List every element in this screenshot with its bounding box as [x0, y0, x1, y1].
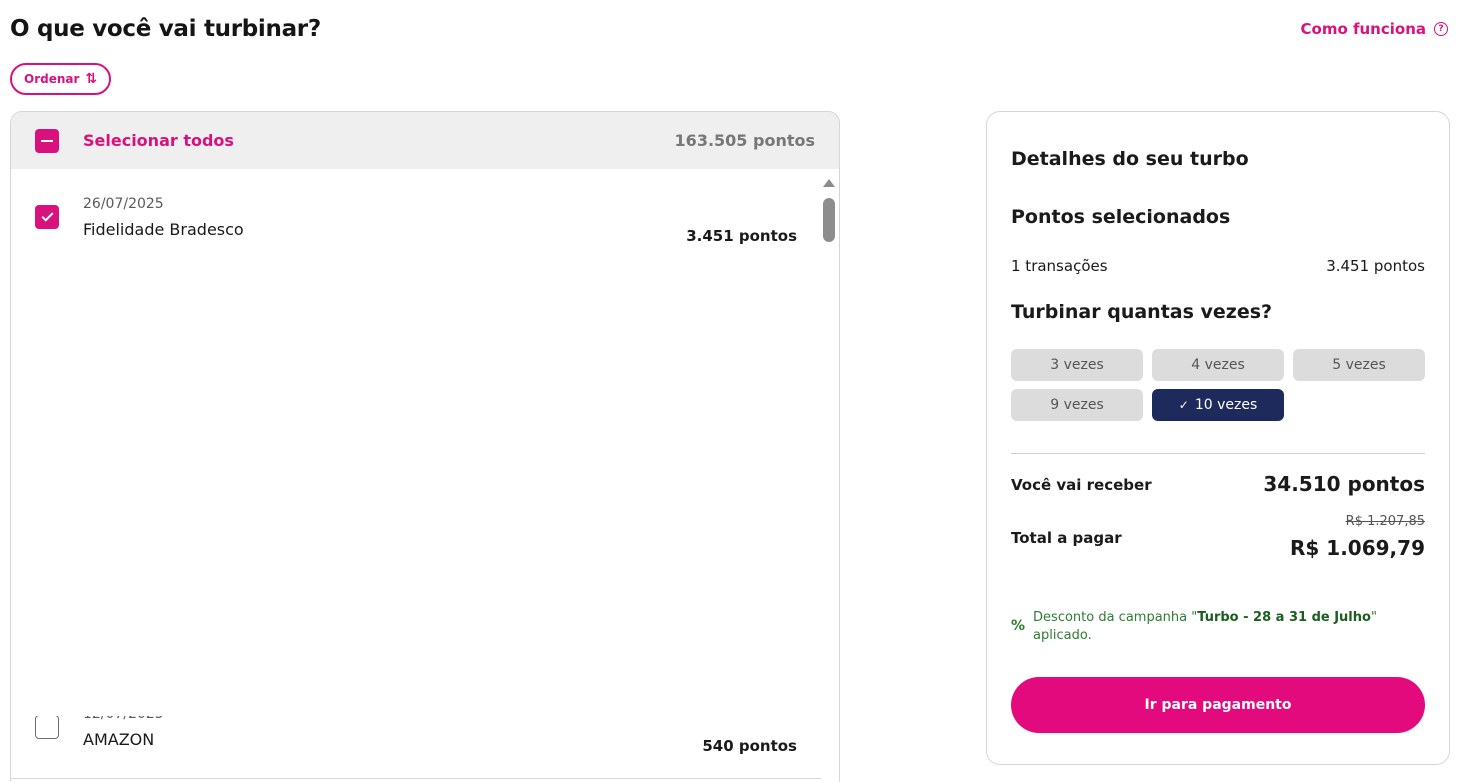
check-icon: [40, 209, 54, 222]
discount-text: Desconto da campanha "Turbo - 28 a 31 de…: [1033, 609, 1411, 645]
discount-campaign: Turbo - 28 a 31 de Julho: [1197, 610, 1371, 625]
total-points: 163.505 pontos: [674, 131, 815, 150]
transaction-points: 3.451 pontos: [686, 227, 797, 245]
receive-value: 34.510 pontos: [1263, 472, 1425, 496]
row-divider: [11, 778, 821, 779]
times-heading: Turbinar quantas vezes?: [1011, 301, 1273, 323]
select-all-checkbox[interactable]: [35, 128, 59, 153]
transaction-name: AMAZON: [83, 729, 155, 749]
transaction-checkbox[interactable]: [35, 715, 59, 739]
question-circle-icon: ?: [1434, 22, 1448, 36]
minus-icon: [41, 139, 53, 142]
transaction-date: 26/07/2025: [83, 195, 164, 212]
scroll-thumb[interactable]: [823, 198, 835, 242]
transaction-points: 540 pontos: [702, 737, 797, 755]
page-title: O que você vai turbinar?: [10, 16, 321, 42]
times-option-label: 9 vezes: [1050, 397, 1104, 413]
times-option-4[interactable]: 4 vezes: [1152, 349, 1284, 381]
discounted-price: R$ 1.069,79: [1290, 536, 1425, 560]
transactions-count: 1 transações: [1011, 257, 1108, 275]
go-to-payment-button[interactable]: Ir para pagamento: [1011, 677, 1425, 733]
list-blank-area: [11, 265, 839, 716]
times-option-5[interactable]: 5 vezes: [1293, 349, 1425, 381]
sort-button[interactable]: Ordenar ⇅: [10, 63, 112, 95]
how-it-works-link[interactable]: Como funciona ?: [1300, 20, 1448, 38]
select-all-label[interactable]: Selecionar todos: [83, 131, 234, 150]
times-option-label: 4 vezes: [1191, 357, 1245, 373]
how-it-works-label: Como funciona: [1300, 20, 1427, 38]
check-icon: ✓: [1178, 398, 1189, 412]
sort-arrows-icon: ⇅: [85, 71, 98, 87]
summary-title: Detalhes do seu turbo: [1011, 148, 1249, 170]
receive-label: Você vai receber: [1011, 476, 1152, 494]
discount-notice: % Desconto da campanha "Turbo - 28 a 31 …: [1011, 609, 1411, 645]
selected-points-value: 3.451 pontos: [1326, 257, 1425, 275]
times-option-label: 5 vezes: [1332, 357, 1386, 373]
times-option-label: 3 vezes: [1050, 357, 1104, 373]
discount-prefix: Desconto da campanha ": [1033, 610, 1198, 625]
transaction-list: Selecionar todos 163.505 pontos 26/07/20…: [10, 111, 840, 782]
page: O que você vai turbinar? Como funciona ?…: [0, 0, 1464, 782]
selected-points-heading: Pontos selecionados: [1011, 206, 1231, 228]
times-option-label: 10 vezes: [1194, 397, 1258, 413]
times-option-3[interactable]: 3 vezes: [1011, 349, 1143, 381]
sort-label: Ordenar: [24, 72, 80, 86]
transaction-checkbox[interactable]: [35, 205, 59, 229]
turbo-summary-panel: Detalhes do seu turbo Pontos selecionado…: [986, 111, 1450, 765]
transaction-name: Fidelidade Bradesco: [83, 219, 244, 239]
times-option-9[interactable]: 9 vezes: [1011, 389, 1143, 421]
times-options: 3 vezes 4 vezes 5 vezes 9 vezes ✓ 10 vez…: [1011, 349, 1425, 421]
list-scrollbar[interactable]: [819, 169, 839, 267]
scroll-up-arrow-icon[interactable]: [823, 179, 835, 187]
transaction-row[interactable]: 26/07/2025 Fidelidade Bradesco 3.451 pon…: [11, 169, 821, 265]
percent-icon: %: [1011, 618, 1026, 634]
list-header: Selecionar todos 163.505 pontos: [11, 112, 839, 169]
original-price: R$ 1.207,85: [1345, 514, 1425, 529]
summary-divider: [1011, 453, 1425, 454]
times-option-10[interactable]: ✓ 10 vezes: [1152, 389, 1284, 421]
total-to-pay-label: Total a pagar: [1011, 529, 1122, 547]
